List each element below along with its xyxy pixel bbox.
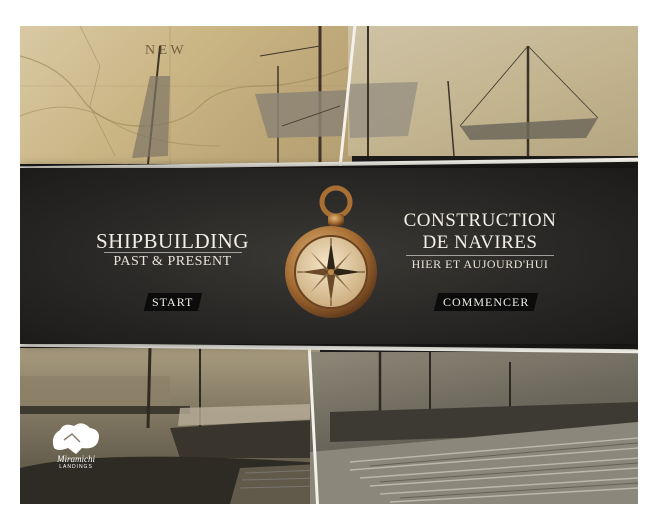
commencer-button[interactable]: COMMENCER [433,293,539,311]
compass-icon [285,185,377,318]
french-title-line1: CONSTRUCTION [403,210,557,231]
splash-screen: N E W SHIPBUILDING PAST & PRESENT CONSTR… [20,26,638,504]
english-subtitle: PAST & PRESENT [113,254,232,269]
lumber-yard-image [310,352,638,504]
miramichi-logo: Miramichi LANDINGS [46,420,106,480]
logo-tagline: LANDINGS [59,464,93,470]
map-ship-image: N E W [20,26,352,164]
french-title-line2: DE NAVIRES [422,232,538,253]
commencer-button-label: COMMENCER [442,295,530,309]
start-button-label: START [152,295,194,309]
english-title: SHIPBUILDING [96,229,249,253]
title-rule [406,255,554,256]
tree-logo-icon [52,423,99,454]
map-label: N E W [145,43,184,58]
title-banner: SHIPBUILDING PAST & PRESENT CONSTRUCTION… [20,168,638,344]
title-rule [104,252,242,253]
start-button[interactable]: START [143,293,203,311]
sail-rigging-image [348,26,638,156]
french-subtitle: HIER ET AUJOURD'HUI [411,257,549,271]
french-title: CONSTRUCTION DE NAVIRES [394,210,566,254]
logo-name: Miramichi [57,454,95,464]
